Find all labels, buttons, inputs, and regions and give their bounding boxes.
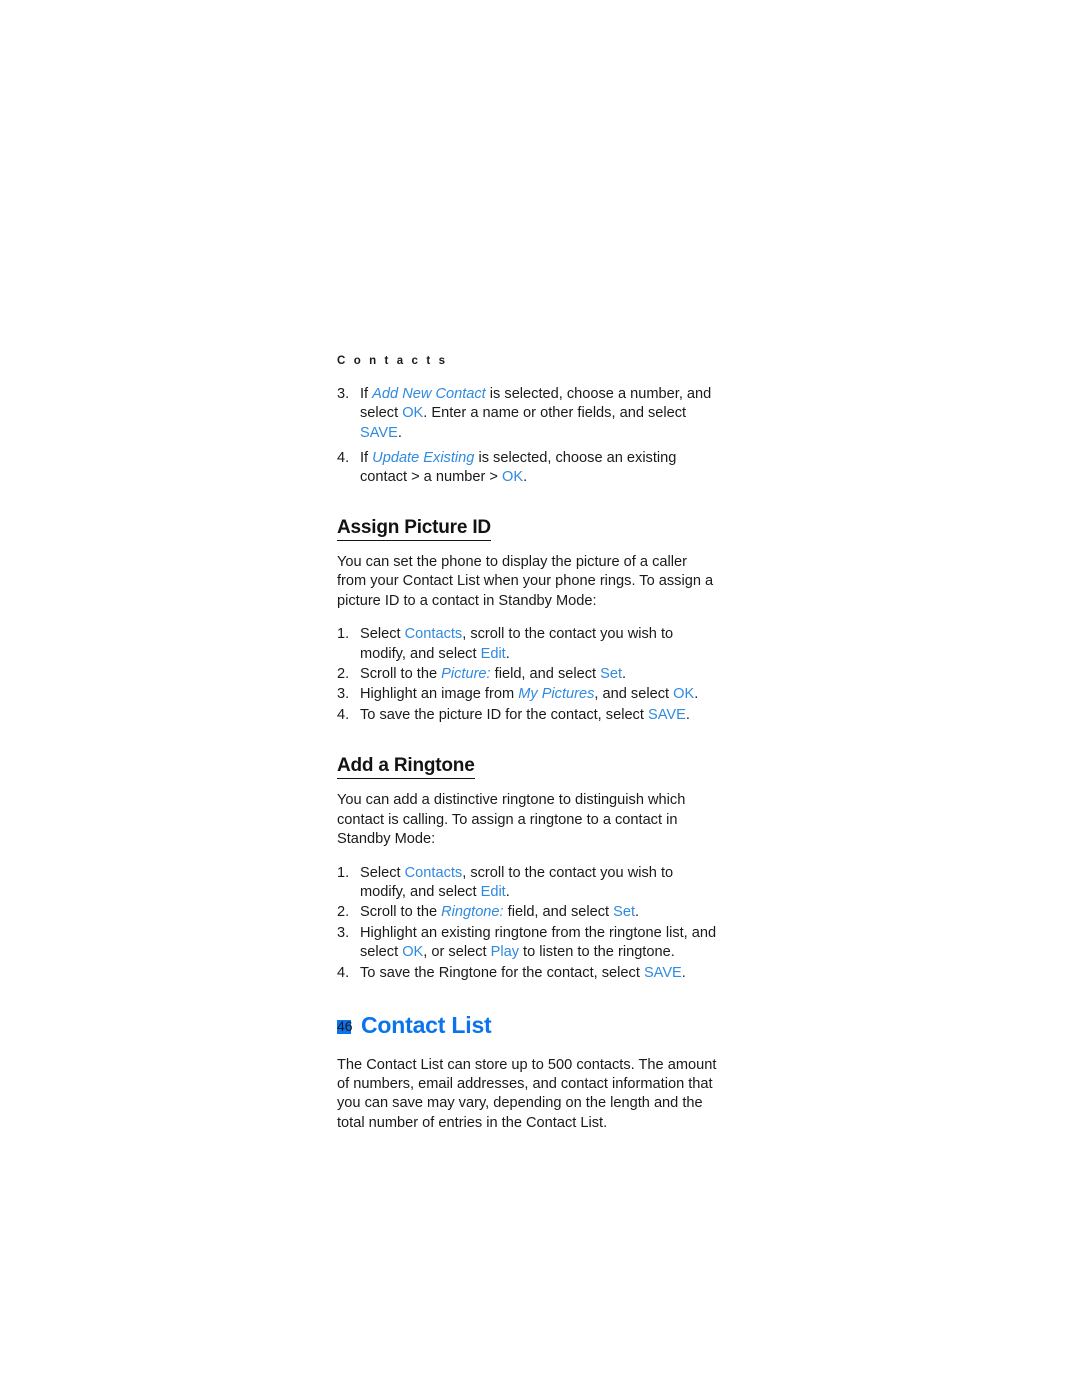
list-item-number: 3. — [337, 924, 350, 941]
list-item-number: 1. — [337, 626, 350, 643]
list-item-text: Scroll to the — [360, 666, 442, 683]
assign-picture-id-steps: 1. Select Contacts, scroll to the contact… — [337, 625, 719, 725]
list-item: 3. Highlight an existing ringtone from th… — [337, 924, 719, 963]
top-steps-list: 3. If Add New Contact is selected, choose… — [337, 385, 719, 488]
ui-term: Contacts — [404, 626, 463, 643]
list-item-text: , or select — [423, 944, 491, 961]
list-item-text: . — [622, 666, 627, 683]
assign-picture-id-intro: You can set the phone to display the pic… — [337, 554, 714, 609]
ui-term: Contacts — [404, 864, 463, 881]
heading-add-a-ringtone: Add a Ringtone — [337, 754, 475, 780]
list-item: 3. If Add New Contact is selected, choose… — [337, 385, 719, 443]
ui-term: Edit — [480, 645, 506, 662]
list-item-text: If — [360, 450, 373, 467]
page-number: 46 — [337, 1018, 353, 1034]
list-item-text: If — [360, 385, 373, 402]
heading-contact-list: Contact List — [337, 1012, 719, 1040]
heading-contact-list-label: Contact List — [361, 1012, 492, 1039]
ui-term: SAVE — [647, 706, 686, 723]
running-header: C o n t a c t s — [337, 355, 448, 367]
list-item: 4. To save the Ringtone for the contact, … — [337, 964, 719, 983]
heading-assign-picture-id: Assign Picture ID — [337, 516, 491, 541]
add-a-ringtone-intro: You can add a distinctive ringtone to di… — [337, 792, 686, 848]
list-item: 3. Highlight an image from My Pictures, a… — [337, 685, 719, 704]
ui-term: My Pictures — [518, 686, 595, 703]
list-item-text: . — [397, 424, 402, 441]
add-a-ringtone-heading-wrap: Add a Ringtone — [337, 754, 719, 780]
add-a-ringtone-steps: 1. Select Contacts, scroll to the contact… — [337, 864, 719, 983]
list-item: 1. Select Contacts, scroll to the contact… — [337, 864, 719, 903]
ui-term: Edit — [480, 884, 506, 901]
list-item-text: Scroll to the — [360, 904, 442, 921]
list-item: 4. To save the picture ID for the contact… — [337, 706, 719, 725]
list-item-text: Select — [360, 864, 405, 881]
ui-term: Update Existing — [372, 450, 475, 467]
document-page: C o n t a c t s 3. If Add New Contact is … — [0, 0, 1080, 1397]
list-item-number: 2. — [337, 904, 350, 921]
list-item-text: . — [685, 706, 690, 723]
contact-list-body: The Contact List can store up to 500 con… — [337, 1056, 717, 1131]
list-item-text: . — [505, 884, 510, 901]
ui-term: Picture: — [441, 666, 491, 683]
list-item-text: . — [505, 645, 510, 662]
ui-term: Set — [613, 904, 636, 921]
ui-term: Set — [600, 666, 623, 683]
list-item: 1. Select Contacts, scroll to the contact… — [337, 625, 719, 664]
ui-term: OK — [402, 944, 424, 961]
list-item-number: 4. — [337, 450, 350, 467]
list-item: 2. Scroll to the Ringtone: field, and sel… — [337, 903, 719, 922]
list-item-number: 1. — [337, 864, 350, 881]
ui-term: OK — [501, 469, 524, 486]
list-item-number: 2. — [337, 666, 350, 683]
list-item-number: 4. — [337, 964, 350, 981]
ui-term: Ringtone: — [441, 904, 504, 921]
list-item: 2. Scroll to the Picture: field, and sele… — [337, 665, 719, 684]
list-item-text: To save the picture ID for the contact, … — [360, 706, 648, 723]
ui-term: OK — [673, 686, 695, 703]
list-item: 4. If Update Existing is selected, choose… — [337, 449, 719, 488]
ui-term: SAVE — [643, 964, 682, 981]
list-item-number: 4. — [337, 706, 350, 723]
text-column: C o n t a c t s 3. If Add New Contact is … — [337, 355, 719, 1133]
list-item-text: . — [694, 686, 699, 703]
list-item-text: . Enter a name or other fields, and sele… — [423, 405, 687, 422]
list-item-text: field, and select — [503, 904, 614, 921]
list-item-text: field, and select — [490, 666, 601, 683]
assign-picture-id-heading-wrap: Assign Picture ID — [337, 516, 719, 541]
ui-term: SAVE — [360, 424, 398, 441]
ui-term: Play — [490, 944, 519, 961]
list-item-text: Select — [360, 626, 405, 643]
list-item-number: 3. — [337, 686, 350, 703]
list-item-text: , and select — [594, 686, 674, 703]
ui-term: OK — [402, 405, 424, 422]
ui-term: Add New Contact — [372, 385, 486, 402]
list-item-text: To save the Ringtone for the contact, se… — [360, 964, 644, 981]
list-item-text: . — [523, 469, 528, 486]
list-item-number: 3. — [337, 385, 350, 402]
list-item-text: to listen to the ringtone. — [519, 944, 675, 961]
list-item-text: Highlight an image from — [360, 686, 519, 703]
list-item-text: . — [681, 964, 686, 981]
list-item-text: . — [635, 904, 640, 921]
